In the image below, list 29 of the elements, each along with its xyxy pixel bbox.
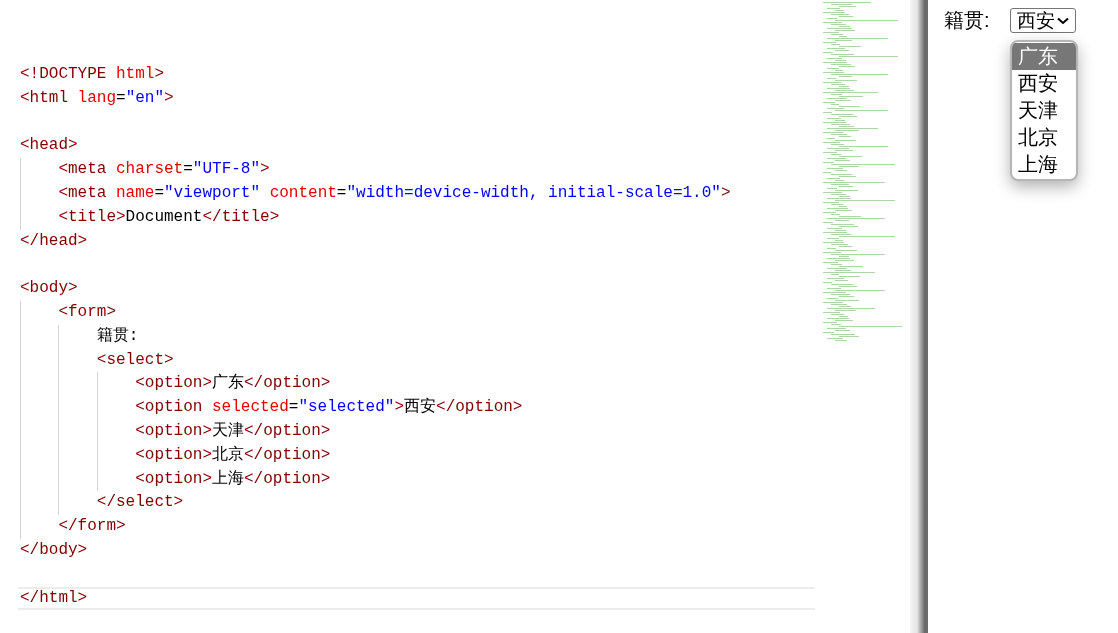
code-line: <form>: [58, 301, 116, 323]
code-line: <select>: [96, 349, 174, 371]
select-dropdown[interactable]: 西安: [1009, 8, 1076, 33]
splitter[interactable]: [910, 0, 928, 633]
code-line: </form>: [58, 516, 126, 538]
code-line: </head>: [20, 230, 88, 252]
code-line: <option>广东</option>: [135, 372, 331, 395]
code-line: <meta charset="UTF-8">: [58, 159, 270, 181]
code-line: <option>北京</option>: [135, 444, 331, 466]
code-line: </html>: [20, 587, 88, 609]
code-line: <title>Document</title>: [58, 206, 280, 228]
dropdown-option[interactable]: 上海: [1011, 151, 1076, 178]
code-line: <head>: [20, 135, 78, 157]
dropdown-option[interactable]: 北京: [1011, 124, 1076, 151]
code-line: </body>: [20, 539, 88, 561]
field-label: 籍贯:: [944, 8, 990, 33]
code-line: <body>: [20, 278, 78, 300]
dropdown-option[interactable]: 西安: [1011, 70, 1076, 97]
dropdown-option[interactable]: 天津: [1011, 97, 1076, 124]
code-line: <html lang="en">: [20, 87, 174, 109]
dropdown-option[interactable]: 广东: [1011, 43, 1076, 70]
code-line: <option>天津</option>: [135, 420, 331, 442]
code-line: </select>: [96, 492, 184, 514]
code-line: 籍贯:: [96, 325, 139, 347]
chevron-down-icon: [1056, 16, 1069, 25]
code-line: <!DOCTYPE html>: [20, 64, 165, 85]
code-line: <option selected="selected">西安</option>: [135, 396, 523, 419]
code-line: <option>上海</option>: [135, 468, 331, 490]
code-line: <meta name="viewport" content="width=device-width, initial-scale=1.0">: [58, 183, 731, 204]
